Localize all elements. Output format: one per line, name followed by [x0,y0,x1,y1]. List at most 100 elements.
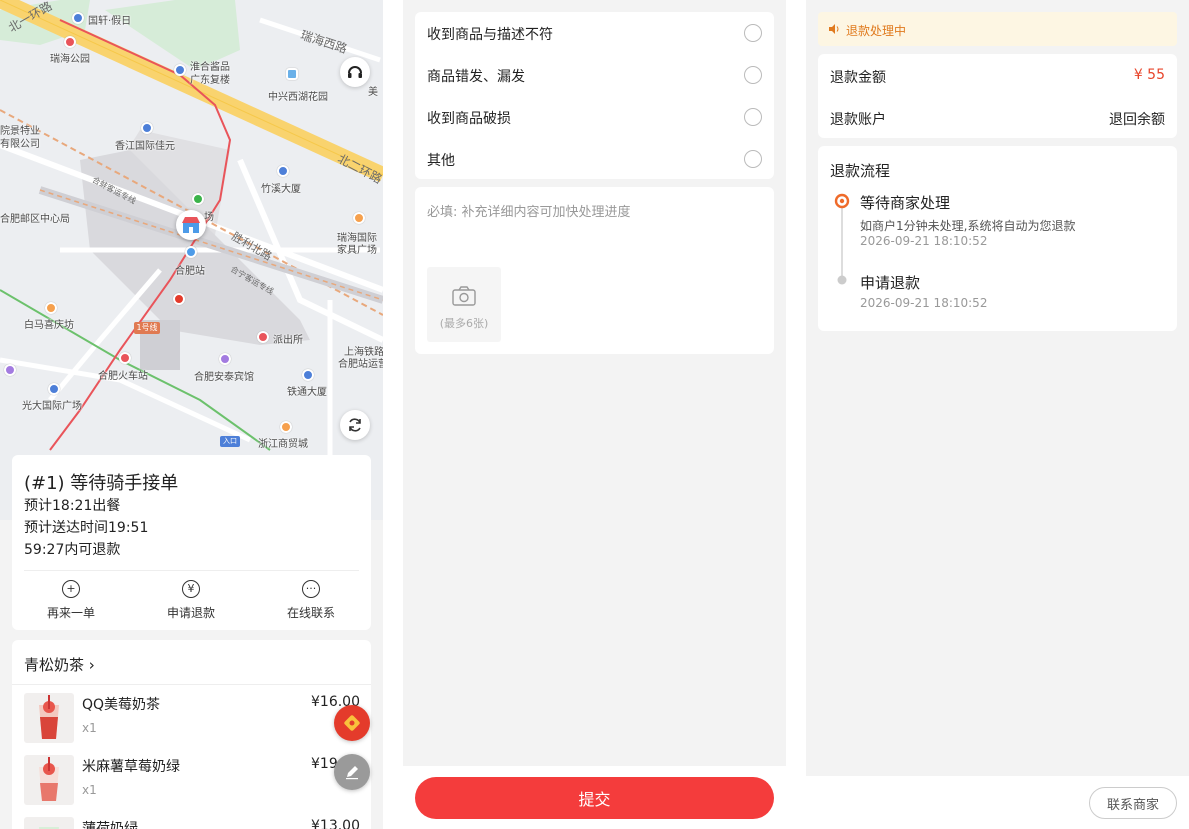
poi-marker [280,421,292,433]
chat-dots-icon: ··· [302,580,320,598]
reorder-button[interactable]: + 再来一单 [26,580,116,621]
product-qty: x1 [82,721,97,735]
headset-icon [348,66,362,78]
flow-step-active: 等待商家处理 如商户1分钟未处理,系统将自动为您退款 2026-09-21 18… [860,192,1075,248]
refund-countdown: 59:27内可退款 [24,542,121,558]
plus-circle-icon: + [62,580,80,598]
shop-icon [182,217,200,233]
map-label: 合肥安泰宾馆 [194,372,254,383]
edit-note-button[interactable] [334,754,370,790]
poi-marker [173,293,185,305]
map-label: 合肥邮区中心局 [0,214,70,225]
map-label: 浙江商贸城 [258,439,308,450]
camera-icon [452,286,476,306]
reason-option[interactable]: 其他 [427,138,762,180]
map-label: 铁通大厦 [287,387,327,398]
map-label: 有限公司 [0,139,40,150]
refund-note-card: 必填: 补充详细内容可加快处理进度 (最多6张) [415,187,774,354]
poi-marker [277,165,289,177]
map-label: 美 [368,87,378,98]
reason-option[interactable]: 商品错发、漏发 [427,54,762,96]
refund-flow-card: 退款流程 等待商家处理 如商户1分钟未处理,系统将自动为您退款 2026-09-… [818,146,1177,331]
refund-notice-banner: 退款处理中 [818,12,1177,46]
prep-time: 预计18:21出餐 [24,498,121,514]
red-packet-icon [344,715,360,731]
product-qty: x1 [82,783,97,797]
refund-form-panel: 收到商品与描述不符 商品错发、漏发 收到商品破损 其他 必填: 补充详细内容可加… [403,0,786,829]
refresh-map-button[interactable] [340,410,370,440]
submit-bar: 提交 [403,766,786,829]
map-label: 香江国际佳元 [115,141,175,152]
product-price: ¥13.00 [311,818,360,829]
reason-label: 收到商品与描述不符 [427,27,553,43]
apply-refund-button[interactable]: ¥ 申请退款 [146,580,236,621]
map-label: 中兴西湖花园 [268,92,328,103]
refund-amount-card: 退款金额 ¥ 55 退款账户 退回余额 [818,54,1177,138]
product-image [24,693,74,743]
upload-hint: (最多6张) [439,317,489,330]
order-status-title: (#1) 等待骑手接单 [24,473,179,494]
poi-marker [119,352,131,364]
online-contact-label: 在线联系 [286,606,335,620]
poi-marker [219,353,231,365]
divider [24,570,359,571]
reason-option[interactable]: 收到商品与描述不符 [427,12,762,54]
notice-text: 退款处理中 [846,24,907,38]
chevron-right-icon: › [88,656,95,674]
refund-note-input[interactable]: 必填: 补充详细内容可加快处理进度 [427,201,631,220]
radio-button[interactable] [744,150,762,168]
flow-title: 退款流程 [830,162,891,180]
product-name: QQ美莓奶茶 [82,697,161,713]
poi-marker [302,369,314,381]
pencil-icon [346,766,358,780]
radio-button[interactable] [744,24,762,42]
step-title: 申请退款 [860,274,921,292]
poi-marker [257,331,269,343]
list-item: 薄荷奶绿 ¥13.00 [24,817,360,829]
panel-separator [383,0,403,829]
refund-amount-label: 退款金额 [830,70,886,86]
refund-status-panel: 退款处理中 退款金额 ¥ 55 退款账户 退回余额 退款流程 等待商家处理 如商… [806,0,1189,829]
step-time: 2026-09-21 18:10:52 [860,234,988,248]
photo-upload-button[interactable]: (最多6张) [427,267,501,342]
radio-button[interactable] [744,66,762,84]
product-image [24,817,74,829]
poi-marker [45,302,57,314]
reason-option[interactable]: 收到商品破损 [427,96,762,138]
contact-merchant-button[interactable]: 联系商家 [1089,787,1177,819]
map-label: 国轩·假日 [88,16,132,27]
map-label: 竹溪大厦 [261,184,301,195]
radio-button[interactable] [744,108,762,126]
order-status-panel: 北一环路 瑞海西路 北二环路 胜利北路 合宁客运专线 合蚌客运专线 国轩·假日 … [0,0,383,829]
contact-bar: 联系商家 [806,776,1189,829]
poi-marker [4,364,16,376]
customer-service-button[interactable] [340,57,370,87]
flow-step: 申请退款 2026-09-21 18:10:52 [860,272,987,310]
poi-marker [48,383,60,395]
speaker-icon [829,24,839,34]
refund-reason-list: 收到商品与描述不符 商品错发、漏发 收到商品破损 其他 [415,12,774,179]
entrance-badge: 入口 [220,436,240,447]
map-label: 家具广场 [337,245,377,256]
poi-marker [64,36,76,48]
product-image [24,755,74,805]
reason-label: 收到商品破损 [427,111,511,127]
refund-amount-row: 退款金额 ¥ 55 [830,54,1165,96]
poi-marker [353,212,365,224]
shop-location-pin[interactable] [176,210,206,240]
online-contact-button[interactable]: ··· 在线联系 [266,580,356,621]
shop-link[interactable]: 青松奶茶 › [24,654,95,675]
product-name: 薄荷奶绿 [82,821,138,829]
poi-marker [72,12,84,24]
submit-button[interactable]: 提交 [415,777,774,819]
delivery-map[interactable]: 北一环路 瑞海西路 北二环路 胜利北路 合宁客运专线 合蚌客运专线 国轩·假日 … [0,0,383,520]
map-label: 合肥站运营 [338,359,383,370]
red-packet-button[interactable] [334,705,370,741]
divider [12,684,371,685]
list-item: 米麻薯草莓奶绿 x1 ¥19.00 [24,755,360,807]
map-label: 白马喜庆坊 [24,320,74,331]
map-label: 光大国际广场 [22,401,82,412]
shop-order-card: 青松奶茶 › QQ美莓奶茶 x1 ¥16.00 米麻薯草莓奶绿 x1 ¥19.0… [12,640,371,829]
product-name: 米麻薯草莓奶绿 [82,759,180,775]
map-label: 合肥站 [175,266,205,277]
